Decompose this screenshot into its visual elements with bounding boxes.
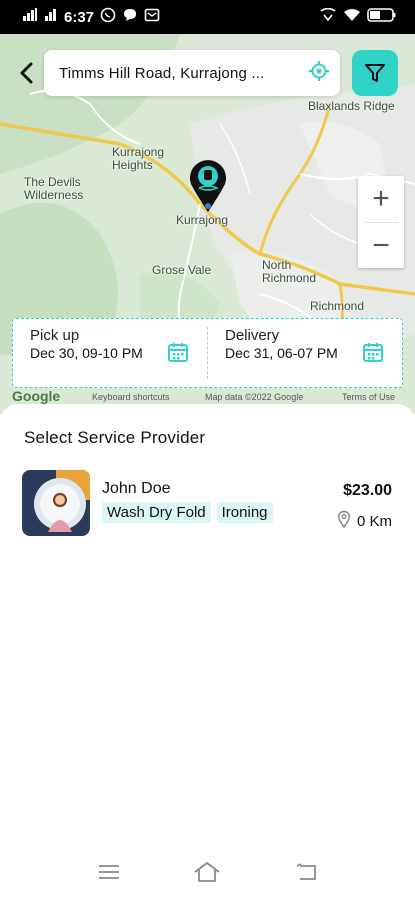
home-icon (194, 862, 221, 882)
pickup-calendar-icon[interactable] (167, 341, 189, 368)
zoom-controls: + − (358, 176, 404, 268)
service-tags: Wash Dry Fold Ironing (102, 502, 273, 523)
map-label-devils-wilderness: The Devils Wilderness (24, 175, 84, 202)
zoom-out-button[interactable]: − (358, 223, 404, 269)
provider-price: $23.00 (343, 482, 392, 499)
map-label-richmond: Richmond (310, 299, 365, 313)
menu-icon (99, 865, 120, 879)
pickup-field[interactable]: Pick up Dec 30, 09-10 PM (13, 319, 207, 387)
provider-distance: 0 Km (337, 510, 392, 532)
map-label-grose-vale: Grose Vale (152, 263, 212, 277)
home-nav-button[interactable] (187, 857, 227, 887)
provider-avatar (22, 470, 90, 536)
signal-icon-2 (44, 8, 58, 26)
filter-button[interactable] (352, 50, 398, 96)
delivery-value: Dec 31, 06-07 PM (225, 345, 338, 361)
address-search-bar[interactable]: Timms Hill Road, Kurrajong ... (44, 50, 340, 96)
delivery-field[interactable]: Delivery Dec 31, 06-07 PM (207, 327, 402, 379)
address-text[interactable]: Timms Hill Road, Kurrajong ... (59, 65, 308, 82)
location-pin-icon[interactable] (188, 158, 228, 214)
status-left: 6:37 (22, 7, 160, 27)
menu-nav-button[interactable] (89, 857, 129, 887)
map-label-kurrajong: Kurrajong (176, 213, 229, 227)
back-nav-icon (296, 863, 316, 880)
status-bar: 6:37 (0, 0, 415, 34)
status-time: 6:37 (64, 8, 95, 26)
back-arrow-icon (20, 62, 33, 84)
schedule-card: Pick up Dec 30, 09-10 PM Delivery Dec 31… (12, 318, 403, 388)
map-pin-icon (337, 510, 351, 532)
status-right (319, 7, 397, 28)
map-label-kurrajong-heights: Kurrajong Heights (112, 145, 165, 172)
service-tag: Ironing (216, 502, 273, 523)
battery-icon (367, 7, 397, 28)
service-tag: Wash Dry Fold (102, 502, 211, 523)
back-button[interactable] (12, 58, 40, 88)
signal-icon (22, 8, 38, 26)
filter-icon (365, 64, 385, 82)
system-nav-bar (0, 844, 415, 900)
delivery-calendar-icon[interactable] (362, 341, 384, 368)
provider-sheet: Select Service Provider John Doe Wash Dr… (0, 404, 415, 844)
locate-me-icon[interactable] (308, 60, 330, 87)
pickup-value: Dec 30, 09-10 PM (30, 345, 143, 361)
chat-bubble-icon (122, 7, 138, 27)
sheet-title: Select Service Provider (24, 428, 206, 447)
keyboard-shortcuts-link[interactable]: Keyboard shortcuts (92, 392, 170, 402)
mail-icon (144, 7, 160, 27)
map-data-text: Map data ©2022 Google (205, 392, 304, 402)
distance-value: 0 Km (356, 512, 392, 530)
wifi-icon (343, 8, 361, 27)
provider-card[interactable]: John Doe Wash Dry Fold Ironing $23.00 0 … (22, 468, 394, 538)
volte-icon (319, 7, 337, 27)
map-label-north-richmond: North Richmond (262, 258, 317, 285)
back-nav-button[interactable] (286, 857, 326, 887)
provider-name: John Doe (102, 480, 171, 497)
zoom-in-button[interactable]: + (358, 176, 404, 222)
map-label-blaxlands: Blaxlands Ridge (308, 99, 395, 113)
terms-link[interactable]: Terms of Use (342, 392, 395, 402)
whatsapp-icon (100, 7, 116, 27)
